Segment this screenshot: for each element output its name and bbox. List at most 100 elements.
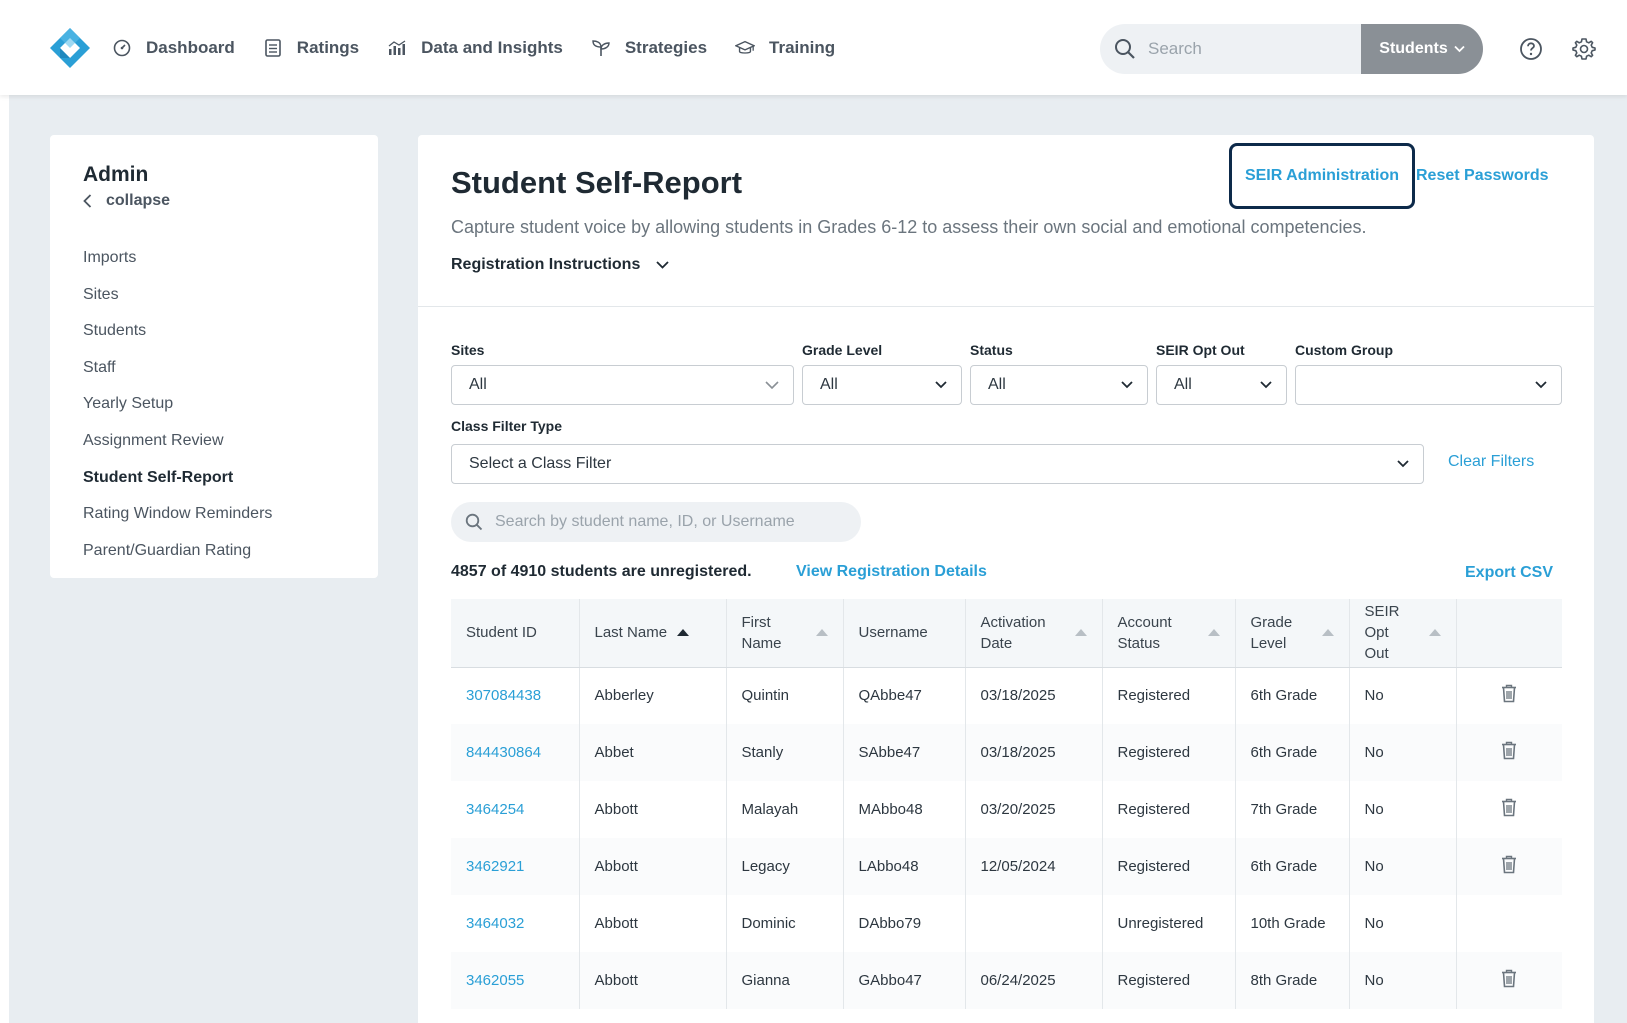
nav-ratings[interactable]: Ratings	[263, 38, 359, 58]
sort-icon	[1321, 629, 1334, 637]
first-name-cell: Quintin	[726, 667, 844, 724]
student-id-link[interactable]: 844430864	[451, 724, 580, 781]
class-filter-type-value: Select a Class Filter	[469, 455, 612, 472]
column-header-username[interactable]: Username	[843, 599, 966, 668]
student-search-input[interactable]	[495, 513, 855, 531]
sidebar-item-staff[interactable]: Staff	[83, 350, 272, 387]
app-logo-icon[interactable]	[49, 27, 91, 69]
student-id-link[interactable]: 307084438	[451, 667, 580, 724]
student-id-link[interactable]: 3464032	[451, 895, 580, 952]
trash-icon[interactable]	[1501, 855, 1517, 874]
sidebar-item-imports[interactable]: Imports	[83, 240, 272, 277]
view-registration-details-link[interactable]: View Registration Details	[796, 563, 987, 581]
help-icon[interactable]	[1519, 37, 1543, 61]
column-header-student-id[interactable]: Student ID	[451, 599, 580, 668]
student-id-link[interactable]: 3462055	[451, 952, 580, 1009]
registration-instructions-toggle[interactable]: Registration Instructions	[451, 256, 669, 274]
nav-training-label: Training	[769, 37, 836, 57]
main-content-card: Student Self-Report SEIR Administration …	[418, 135, 1594, 1023]
column-header-seir-opt-out[interactable]: SEIR Opt Out	[1349, 599, 1457, 668]
clear-filters-link[interactable]: Clear Filters	[1448, 453, 1534, 471]
username-cell: LAbbo48	[843, 838, 966, 895]
table-row[interactable]: 3464254 Abbott Malayah MAbbo48 03/20/2025 Reg…	[451, 781, 1562, 838]
table-row[interactable]: 307084438 Abberley Quintin QAbbe47 03/18/202…	[451, 667, 1562, 724]
column-header-account-status[interactable]: Account Status	[1102, 599, 1236, 668]
collapse-sidebar-button[interactable]: collapse	[83, 192, 170, 210]
section-divider	[418, 306, 1594, 307]
export-csv-link[interactable]: Export CSV	[1465, 564, 1553, 582]
first-name-cell: Gianna	[726, 952, 844, 1009]
activation-date-cell: 03/18/2025	[965, 724, 1103, 781]
seir-opt-out-cell: No	[1349, 667, 1457, 724]
student-id-link[interactable]: 3462921	[451, 838, 580, 895]
seir-opt-out-filter-value: All	[1174, 376, 1192, 393]
nav-training[interactable]: Training	[735, 38, 835, 58]
sidebar-item-yearly-setup[interactable]: Yearly Setup	[83, 386, 272, 423]
sites-filter-select[interactable]: All	[451, 365, 794, 405]
chevron-down-icon	[935, 381, 947, 389]
activation-date-cell: 12/05/2024	[965, 838, 1103, 895]
column-header-grade-level[interactable]: Grade Level	[1235, 599, 1350, 668]
students-table: Student ID Last Name First Name Username…	[451, 599, 1562, 1009]
trash-icon[interactable]	[1501, 969, 1517, 988]
gear-icon[interactable]	[1572, 37, 1596, 61]
custom-group-filter-select[interactable]	[1295, 365, 1562, 405]
main-nav: Dashboard Ratings Data and Insights Stra…	[112, 0, 863, 95]
trash-icon[interactable]	[1501, 798, 1517, 817]
chevron-down-icon	[1535, 381, 1547, 389]
class-filter-type-select[interactable]: Select a Class Filter	[451, 444, 1424, 484]
nav-data-insights-label: Data and Insights	[421, 37, 563, 57]
nav-dashboard[interactable]: Dashboard	[112, 38, 235, 58]
table-row[interactable]: 3464032 Abbott Dominic DAbbo79 Unregistered 1…	[451, 895, 1562, 952]
table-row[interactable]: 3462055 Abbott Gianna GAbbo47 06/24/2025 Regi…	[451, 952, 1562, 1009]
grade-level-filter-select[interactable]: All	[802, 365, 962, 405]
seir-opt-out-filter-select[interactable]: All	[1156, 365, 1287, 405]
sidebar-title: Admin	[83, 163, 149, 186]
admin-sidebar: Admin collapse Imports Sites Students St…	[50, 135, 378, 578]
sidebar-item-student-self-report[interactable]: Student Self-Report	[83, 460, 272, 497]
custom-group-filter-label: Custom Group	[1295, 342, 1393, 358]
seir-administration-link[interactable]: SEIR Administration	[1229, 143, 1415, 209]
table-row[interactable]: 844430864 Abbet Stanly SAbbe47 03/18/2025 Reg…	[451, 724, 1562, 781]
search-icon	[465, 513, 483, 531]
reset-passwords-link[interactable]: Reset Passwords	[1416, 167, 1549, 185]
status-filter-label: Status	[970, 342, 1013, 358]
sort-icon	[815, 629, 828, 637]
row-actions-cell	[1456, 838, 1562, 895]
global-search-input[interactable]	[1148, 39, 1338, 59]
trash-icon[interactable]	[1501, 741, 1517, 760]
sidebar-item-sites[interactable]: Sites	[83, 277, 272, 314]
trash-icon[interactable]	[1501, 684, 1517, 703]
grade-level-filter-label: Grade Level	[802, 342, 883, 358]
top-navigation-bar: Dashboard Ratings Data and Insights Stra…	[0, 0, 1627, 95]
sidebar-item-assignment-review[interactable]: Assignment Review	[83, 423, 272, 460]
sidebar-item-rating-window-reminders[interactable]: Rating Window Reminders	[83, 496, 272, 533]
first-name-cell: Dominic	[726, 895, 844, 952]
column-header-last-name[interactable]: Last Name	[579, 599, 727, 668]
column-header-activation-date[interactable]: Activation Date	[965, 599, 1103, 668]
table-row[interactable]: 3462921 Abbott Legacy LAbbo48 12/05/2024 Regi…	[451, 838, 1562, 895]
activation-date-cell: 03/18/2025	[965, 667, 1103, 724]
page-description: Capture student voice by allowing studen…	[451, 217, 1367, 237]
students-table-body: 307084438 Abberley Quintin QAbbe47 03/18/202…	[451, 667, 1562, 1009]
nav-strategies[interactable]: Strategies	[591, 38, 707, 58]
column-header-actions	[1456, 599, 1562, 668]
nav-ratings-label: Ratings	[296, 37, 360, 57]
global-search[interactable]	[1100, 24, 1362, 74]
nav-data-insights[interactable]: Data and Insights	[387, 38, 563, 58]
chart-icon	[387, 38, 407, 58]
status-filter-value: All	[988, 376, 1006, 393]
sidebar-menu: Imports Sites Students Staff Yearly Setu…	[83, 240, 272, 569]
column-header-first-name[interactable]: First Name	[726, 599, 844, 668]
grade-level-cell: 10th Grade	[1235, 895, 1350, 952]
sidebar-item-students[interactable]: Students	[83, 313, 272, 350]
activation-date-cell: 06/24/2025	[965, 952, 1103, 1009]
sidebar-item-parent-guardian-rating[interactable]: Parent/Guardian Rating	[83, 533, 272, 570]
status-filter-select[interactable]: All	[970, 365, 1148, 405]
student-search[interactable]	[451, 502, 861, 542]
student-id-link[interactable]: 3464254	[451, 781, 580, 838]
search-scope-dropdown[interactable]: Students	[1361, 24, 1483, 74]
chevron-down-icon	[1121, 381, 1133, 389]
nav-strategies-label: Strategies	[624, 37, 708, 57]
seir-opt-out-filter-label: SEIR Opt Out	[1156, 342, 1245, 358]
